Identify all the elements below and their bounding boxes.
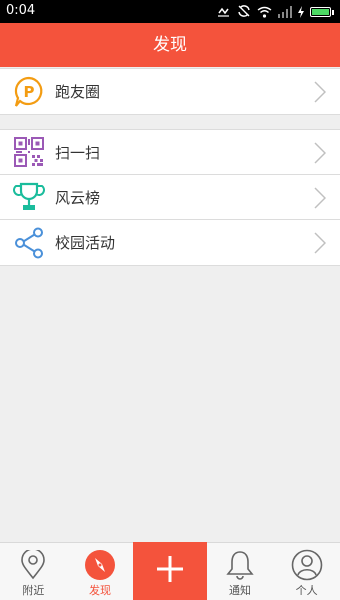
menu-group-social: P 跑友圈 bbox=[0, 68, 340, 115]
tab-discover[interactable]: 发现 bbox=[67, 543, 134, 600]
menu-label: 扫一扫 bbox=[55, 143, 101, 162]
trophy-icon bbox=[12, 180, 46, 214]
menu-item-campus-events[interactable]: 校园活动 bbox=[0, 220, 340, 265]
menu-label: 跑友圈 bbox=[55, 83, 101, 101]
bottom-tab-bar: 附近 发现 通知 个人 bbox=[0, 542, 340, 600]
menu-group-tools: 扫一扫 风云榜 校园活动 bbox=[0, 129, 340, 266]
status-icons bbox=[217, 4, 334, 20]
signal-icon bbox=[278, 3, 292, 22]
menu-item-scan[interactable]: 扫一扫 bbox=[0, 130, 340, 175]
chevron-right-icon bbox=[314, 232, 327, 258]
tab-label: 附近 bbox=[22, 584, 45, 597]
rotate-icon bbox=[237, 3, 251, 22]
status-time: 0:04 bbox=[6, 3, 36, 18]
tab-notifications[interactable]: 通知 bbox=[207, 543, 274, 600]
plus-icon bbox=[156, 555, 184, 587]
menu-label: 校园活动 bbox=[55, 234, 116, 252]
charging-icon bbox=[298, 3, 304, 22]
tab-label: 发现 bbox=[89, 584, 111, 597]
add-button[interactable] bbox=[133, 542, 207, 600]
tab-label: 通知 bbox=[229, 584, 251, 597]
menu-item-leaderboard[interactable]: 风云榜 bbox=[0, 175, 340, 220]
person-icon bbox=[291, 549, 323, 581]
tab-label: 个人 bbox=[295, 584, 318, 597]
bell-icon bbox=[226, 549, 254, 581]
qr-code-icon bbox=[12, 135, 46, 169]
battery-icon bbox=[310, 7, 334, 17]
page-title: 发现 bbox=[0, 23, 340, 67]
chevron-right-icon bbox=[314, 81, 327, 107]
tab-nearby[interactable]: 附近 bbox=[0, 543, 67, 600]
wifi-icon bbox=[257, 3, 272, 22]
moments-p-icon: P bbox=[12, 75, 46, 109]
svg-text:P: P bbox=[24, 83, 35, 101]
menu-label: 风云榜 bbox=[55, 188, 101, 207]
dnd-icon bbox=[217, 3, 231, 22]
chevron-right-icon bbox=[314, 142, 327, 168]
status-bar: 0:04 bbox=[0, 0, 340, 23]
chevron-right-icon bbox=[314, 187, 327, 213]
location-pin-icon bbox=[20, 549, 46, 581]
compass-icon bbox=[84, 549, 116, 581]
tab-profile[interactable]: 个人 bbox=[273, 543, 340, 600]
share-icon bbox=[12, 226, 46, 260]
menu-item-running-circle[interactable]: P 跑友圈 bbox=[0, 69, 340, 114]
